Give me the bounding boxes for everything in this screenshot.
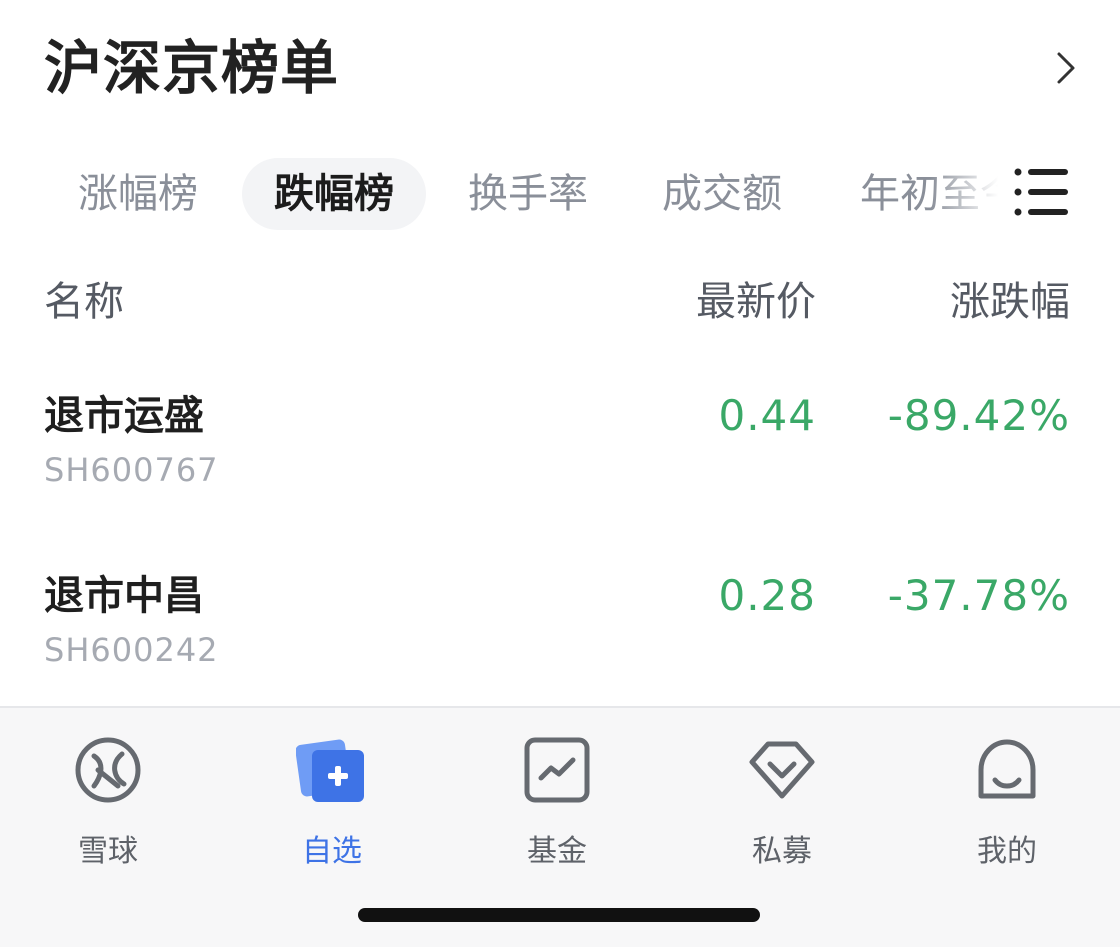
stock-change: -37.78% [887,571,1070,620]
nav-label: 私募 [752,834,812,869]
page-title: 沪深京榜单 [44,34,340,102]
stock-price: 0.44 [718,391,816,440]
stock-price: 0.28 [718,571,816,620]
column-header: 名称 最新价 涨跌幅 [0,270,1120,334]
nav-item-watchlist[interactable]: 自选 [262,728,402,869]
fund-chart-icon [524,737,590,803]
stock-name: 退市中昌 [44,573,204,619]
chevron-right-icon[interactable] [1046,48,1086,88]
nav-label: 我的 [977,834,1037,869]
nav-item-private-fund[interactable]: 私募 [712,728,852,869]
header: 沪深京榜单 [0,0,1120,130]
nav-label: 雪球 [78,834,138,869]
tab-turnover-rate[interactable]: 换手率 [468,158,588,230]
column-price[interactable]: 最新价 [696,270,816,334]
nav-item-profile[interactable]: 我的 [937,728,1077,869]
column-change[interactable]: 涨跌幅 [950,270,1070,334]
watchlist-add-icon [296,739,364,802]
profile-face-icon [978,739,1036,799]
stock-change: -89.42% [887,391,1070,440]
ranking-tabs: 涨幅榜 跌幅榜 换手率 成交额 年初至今 [0,150,1120,242]
snowball-logo-icon [75,737,141,803]
tab-trading-volume[interactable]: 成交额 [662,158,782,230]
nav-label: 基金 [527,834,587,869]
table-row[interactable]: 退市运盛 SH600767 0.44 -89.42% [0,388,1120,538]
menu-list-icon[interactable] [1012,164,1072,220]
table-row[interactable]: 退市中昌 SH600242 0.28 -37.78% [0,568,1120,718]
tab-ytd-clip: 年初至今 [858,150,1008,242]
nav-item-snowball[interactable]: 雪球 [38,728,178,869]
tab-gainers[interactable]: 涨幅榜 [78,158,198,230]
private-fund-diamond-icon [749,741,815,799]
nav-label: 自选 [302,834,362,869]
stock-ranking-page: 沪深京榜单 涨幅榜 跌幅榜 换手率 成交额 年初至今 名称 最新价 涨跌幅 退市… [0,0,1120,947]
stock-code: SH600242 [44,631,219,669]
stock-name: 退市运盛 [44,393,204,439]
column-name: 名称 [44,279,124,325]
tab-ytd[interactable]: 年初至今 [860,158,1008,230]
nav-item-funds[interactable]: 基金 [487,728,627,869]
home-indicator[interactable] [358,908,760,922]
tab-losers[interactable]: 跌幅榜 [242,158,426,230]
stock-code: SH600767 [44,451,219,489]
